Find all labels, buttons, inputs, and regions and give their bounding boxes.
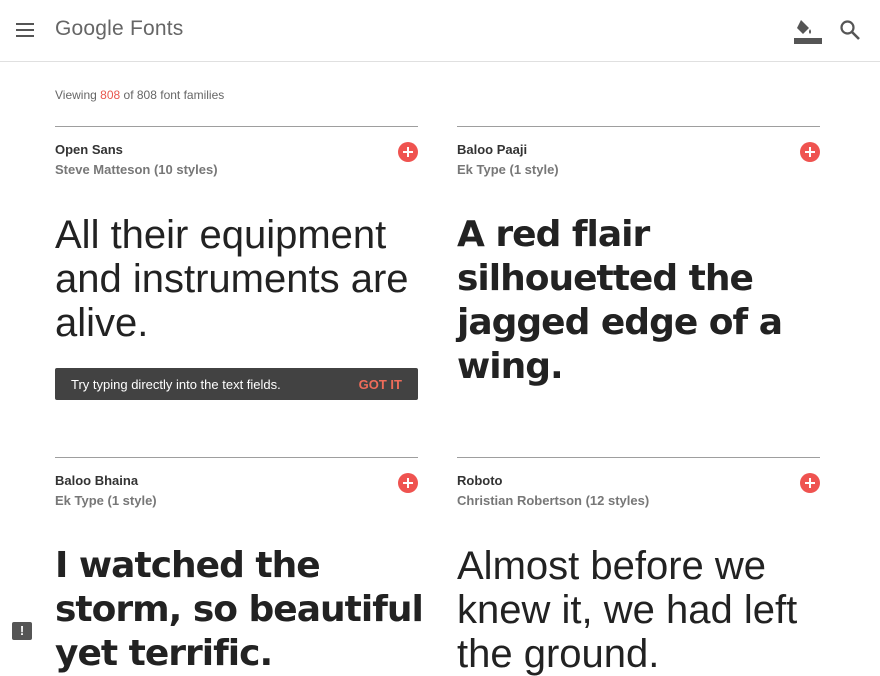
- add-font-button[interactable]: [800, 473, 820, 493]
- font-designer: Christian Robertson (12 styles): [457, 493, 650, 508]
- font-name[interactable]: Roboto: [457, 473, 502, 488]
- tip-text: Try typing directly into the text fields…: [71, 377, 281, 392]
- font-sample-text[interactable]: A red flair silhouetted the jagged edge …: [457, 213, 827, 389]
- add-font-button[interactable]: [398, 473, 418, 493]
- results-count: Viewing 808 of 808 font families: [55, 88, 224, 102]
- search-icon[interactable]: [839, 19, 861, 41]
- got-it-button[interactable]: GOT IT: [359, 377, 402, 392]
- font-sample-text[interactable]: I watched the storm, so beautiful yet te…: [55, 544, 425, 676]
- font-name[interactable]: Baloo Paaji: [457, 142, 527, 157]
- font-name[interactable]: Open Sans: [55, 142, 123, 157]
- font-designer: Ek Type (1 style): [55, 493, 157, 508]
- font-name[interactable]: Baloo Bhaina: [55, 473, 138, 488]
- font-designer: Steve Matteson (10 styles): [55, 162, 218, 177]
- font-designer: Ek Type (1 style): [457, 162, 559, 177]
- font-card-baloo-paaji: Baloo Paaji Ek Type (1 style) A red flai…: [457, 126, 820, 427]
- feedback-icon[interactable]: [12, 622, 32, 640]
- viewing-prefix: Viewing: [55, 88, 97, 102]
- viewing-suffix: of 808 font families: [123, 88, 225, 102]
- add-font-button[interactable]: [800, 142, 820, 162]
- menu-icon[interactable]: [14, 19, 36, 41]
- font-sample-text[interactable]: All their equipment and instruments are …: [55, 213, 425, 345]
- add-font-button[interactable]: [398, 142, 418, 162]
- paint-bucket-icon[interactable]: [794, 18, 822, 44]
- font-card-roboto: Roboto Christian Robertson (12 styles) A…: [457, 457, 820, 676]
- font-sample-text[interactable]: Almost before we knew it, we had left th…: [457, 544, 827, 676]
- top-app-bar: Google Fonts: [0, 0, 880, 62]
- viewing-count: 808: [100, 88, 121, 102]
- font-card-baloo-bhaina: Baloo Bhaina Ek Type (1 style) I watched…: [55, 457, 424, 674]
- google-fonts-logo[interactable]: Google Fonts: [55, 17, 183, 41]
- typing-tip-snackbar: Try typing directly into the text fields…: [55, 368, 418, 400]
